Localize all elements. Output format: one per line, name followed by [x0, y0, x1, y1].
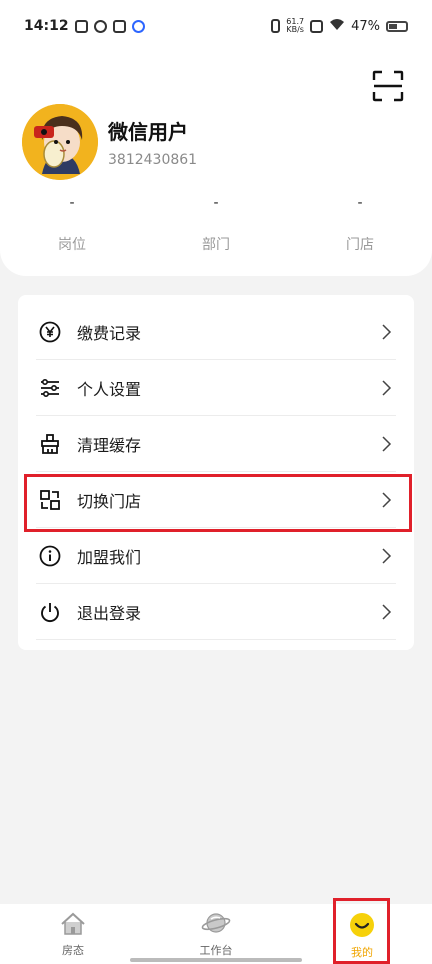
- broom-icon: [38, 432, 62, 456]
- menu-item-personal-settings[interactable]: 个人设置: [36, 360, 396, 416]
- stat-value: -: [213, 195, 219, 211]
- menu-item-join-us[interactable]: 加盟我们: [36, 528, 396, 584]
- stat-department: - 部门: [144, 192, 288, 254]
- settings-notification-icon: [131, 19, 145, 33]
- menu-label: 个人设置: [77, 379, 142, 399]
- tab-room-status[interactable]: 房态: [48, 904, 98, 964]
- status-left: 14:12: [24, 18, 145, 34]
- status-right: 61.7 KB/s 47%: [271, 18, 408, 35]
- menu-label: 缴费记录: [77, 323, 142, 343]
- chevron-right-icon: [380, 603, 392, 620]
- notification-icon: [74, 19, 88, 33]
- status-bar: 14:12 61.7 KB/s 47%: [0, 0, 432, 52]
- wifi-icon: [329, 18, 345, 35]
- house-icon: [60, 912, 86, 940]
- stat-value: -: [357, 195, 363, 211]
- menu-label: 退出登录: [77, 603, 142, 623]
- menu-label: 加盟我们: [77, 547, 142, 567]
- stat-value: -: [69, 195, 75, 211]
- power-icon: [38, 600, 62, 624]
- stats-row: - 岗位 - 部门 - 门店: [0, 192, 432, 254]
- menu-item-clear-cache[interactable]: 清理缓存: [36, 416, 396, 472]
- stat-store: - 门店: [288, 192, 432, 254]
- menu-item-payment-records[interactable]: 缴费记录: [36, 304, 396, 360]
- profile-header: 微信用户 3812430861 - 岗位 - 部门 - 门店: [0, 52, 432, 276]
- tiktok-icon: [112, 19, 126, 33]
- chevron-right-icon: [380, 435, 392, 452]
- stat-position: - 岗位: [0, 192, 144, 254]
- yen-icon: [38, 320, 62, 344]
- scan-icon[interactable]: [372, 70, 404, 102]
- chevron-right-icon: [380, 323, 392, 340]
- chevron-right-icon: [380, 379, 392, 396]
- info-icon: [38, 544, 62, 568]
- battery-icon: [386, 20, 408, 32]
- menu-item-logout[interactable]: 退出登录: [36, 584, 396, 640]
- no-sim-icon: [310, 19, 324, 33]
- net-speed: 61.7 KB/s: [286, 18, 304, 34]
- planet-icon: [201, 910, 231, 940]
- user-name: 微信用户: [108, 120, 188, 144]
- status-time: 14:12: [24, 18, 69, 34]
- tab-label: 工作台: [199, 944, 233, 957]
- stat-label: 门店: [346, 237, 374, 253]
- chevron-right-icon: [380, 547, 392, 564]
- app-notification-icon: [93, 19, 107, 33]
- net-speed-unit: KB/s: [286, 25, 304, 34]
- menu-card: 缴费记录 个人设置 清理缓存 切换门店 加盟我们 退出登录: [18, 295, 414, 650]
- stat-label: 岗位: [58, 237, 86, 253]
- user-id: 3812430861: [108, 152, 198, 168]
- tab-workbench[interactable]: 工作台: [186, 904, 246, 964]
- home-indicator[interactable]: [130, 958, 302, 962]
- avatar[interactable]: [22, 104, 98, 180]
- switch-store-highlight: [24, 474, 412, 532]
- stat-label: 部门: [202, 237, 230, 253]
- tab-mine-highlight: [333, 898, 390, 964]
- menu-label: 清理缓存: [77, 435, 142, 455]
- tab-label: 房态: [62, 944, 84, 957]
- battery-percent: 47%: [351, 18, 380, 34]
- sliders-icon: [38, 376, 62, 400]
- vibrate-icon: [271, 19, 281, 33]
